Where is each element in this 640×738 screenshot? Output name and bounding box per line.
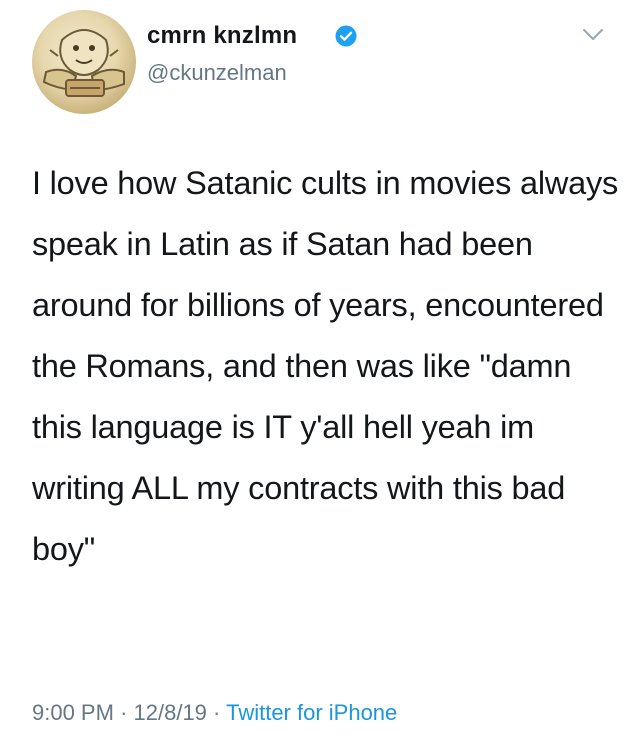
display-name[interactable]: cmrn knzlmn — [147, 22, 297, 50]
meta-separator: · — [120, 700, 128, 725]
tweet-card: cmrn knzlmn @ckunzelman I love how Satan… — [0, 0, 640, 738]
handle[interactable]: @ckunzelman — [147, 60, 287, 86]
tweet-date[interactable]: 12/8/19 — [134, 700, 207, 725]
tweet-source[interactable]: Twitter for iPhone — [226, 700, 397, 725]
avatar[interactable] — [32, 10, 136, 114]
tweet-text: I love how Satanic cults in movies alway… — [32, 165, 627, 567]
chevron-down-icon[interactable] — [582, 28, 604, 42]
meta-separator: · — [213, 700, 221, 725]
verified-badge-icon — [335, 25, 357, 47]
tweet-meta: 9:00 PM · 12/8/19 · Twitter for iPhone — [32, 700, 397, 726]
avatar-illustration — [42, 29, 125, 97]
tweet-time[interactable]: 9:00 PM — [32, 700, 114, 725]
